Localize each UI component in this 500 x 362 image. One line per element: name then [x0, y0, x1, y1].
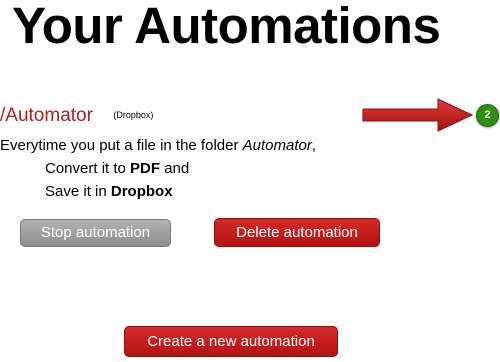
step-save: Save it in Dropbox [45, 180, 173, 204]
count-badge: 2 [476, 104, 499, 127]
service-tag: (Dropbox) [113, 110, 154, 120]
step-suffix: and [160, 160, 190, 177]
step-prefix: Convert it to [45, 160, 131, 177]
description-folder: Automator [242, 137, 312, 154]
arrow-right-icon [362, 98, 474, 132]
step-convert: Convert it to PDF and [45, 157, 189, 181]
automation-header: /Automator (Dropbox) [0, 104, 153, 128]
step-prefix: Save it in [45, 183, 111, 200]
page-title: Your Automations [12, 0, 441, 54]
delete-automation-button[interactable]: Delete automation [214, 218, 380, 247]
automation-description: Everytime you put a file in the folder A… [0, 134, 316, 158]
step-format: PDF [130, 160, 161, 177]
step-destination: Dropbox [110, 183, 173, 200]
automation-name-link[interactable]: /Automator [0, 105, 93, 126]
description-suffix: , [311, 137, 316, 154]
description-prefix: Everytime you put a file in the folder [0, 137, 243, 154]
stop-automation-button[interactable]: Stop automation [20, 219, 171, 247]
create-automation-button[interactable]: Create a new automation [124, 326, 338, 357]
